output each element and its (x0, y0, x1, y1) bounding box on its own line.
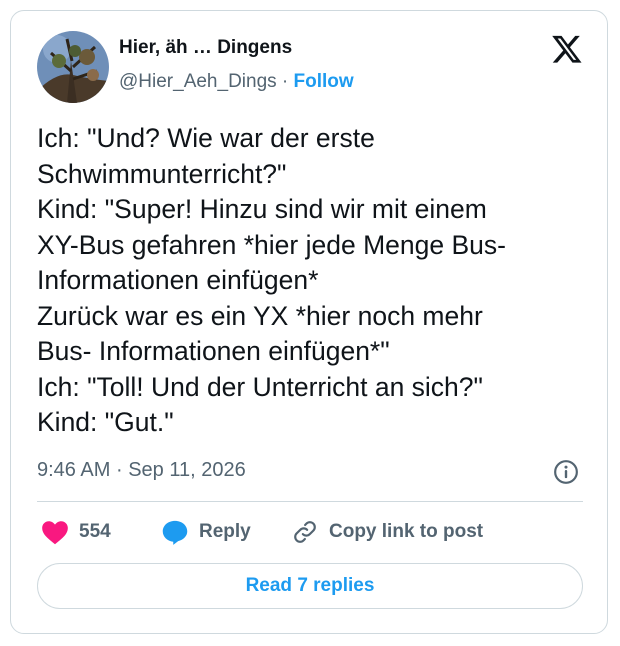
link-icon (294, 521, 316, 543)
post-date: Sep 11, 2026 (128, 459, 246, 481)
tweet-line: Zurück war es ein YX *hier noch mehr (37, 300, 483, 331)
divider (37, 501, 583, 502)
reply-label: Reply (199, 521, 251, 542)
post-time: 9:46 AM (37, 459, 111, 481)
reply-button[interactable]: Reply (161, 517, 251, 547)
time-separator: · (115, 459, 123, 481)
copy-link-button[interactable]: Copy link to post (291, 517, 483, 547)
tweet-line: Ich: "Toll! Und der Unterricht an sich?" (37, 371, 483, 402)
follow-button[interactable]: Follow (294, 71, 354, 92)
tweet-line: Schwimmunterricht?" (37, 158, 287, 189)
like-count: 554 (79, 521, 111, 542)
profile-photo-tree-icon (37, 31, 109, 103)
tweet-line: Bus- Informationen einfügen*" (37, 336, 390, 366)
heart-icon (42, 521, 68, 545)
tweet-line: Ich: "Und? Wie war der erste (37, 123, 375, 153)
author-handle-line: @Hier_Aeh_Dings · Follow (119, 71, 354, 93)
avatar[interactable] (37, 31, 109, 103)
tweet-line: Kind: "Super! Hinzu sind wir mit einem (37, 194, 487, 224)
author-handle[interactable]: @Hier_Aeh_Dings (119, 71, 277, 92)
info-icon[interactable] (553, 459, 579, 485)
tweet-line: Kind: "Gut." (37, 407, 174, 437)
timestamp[interactable]: 9:46 AM · Sep 11, 2026 (37, 459, 246, 482)
x-logo-icon[interactable] (551, 33, 583, 65)
tweet-card: Hier, äh … Dingens @Hier_Aeh_Dings · Fol… (10, 10, 608, 634)
tweet-text: Ich: "Und? Wie war der erste Schwimmunte… (37, 121, 587, 441)
copy-link-label: Copy link to post (329, 521, 484, 542)
handle-separator: · (281, 71, 289, 92)
read-replies-button[interactable]: Read 7 replies (37, 563, 583, 609)
author-name[interactable]: Hier, äh … Dingens (119, 37, 292, 59)
reply-bubble-icon (162, 520, 188, 545)
tweet-line: Informationen einfügen* (37, 265, 319, 295)
tweet-line: XY-Bus gefahren *hier jede Menge Bus- (37, 229, 506, 260)
like-button[interactable]: 554 (41, 517, 111, 547)
